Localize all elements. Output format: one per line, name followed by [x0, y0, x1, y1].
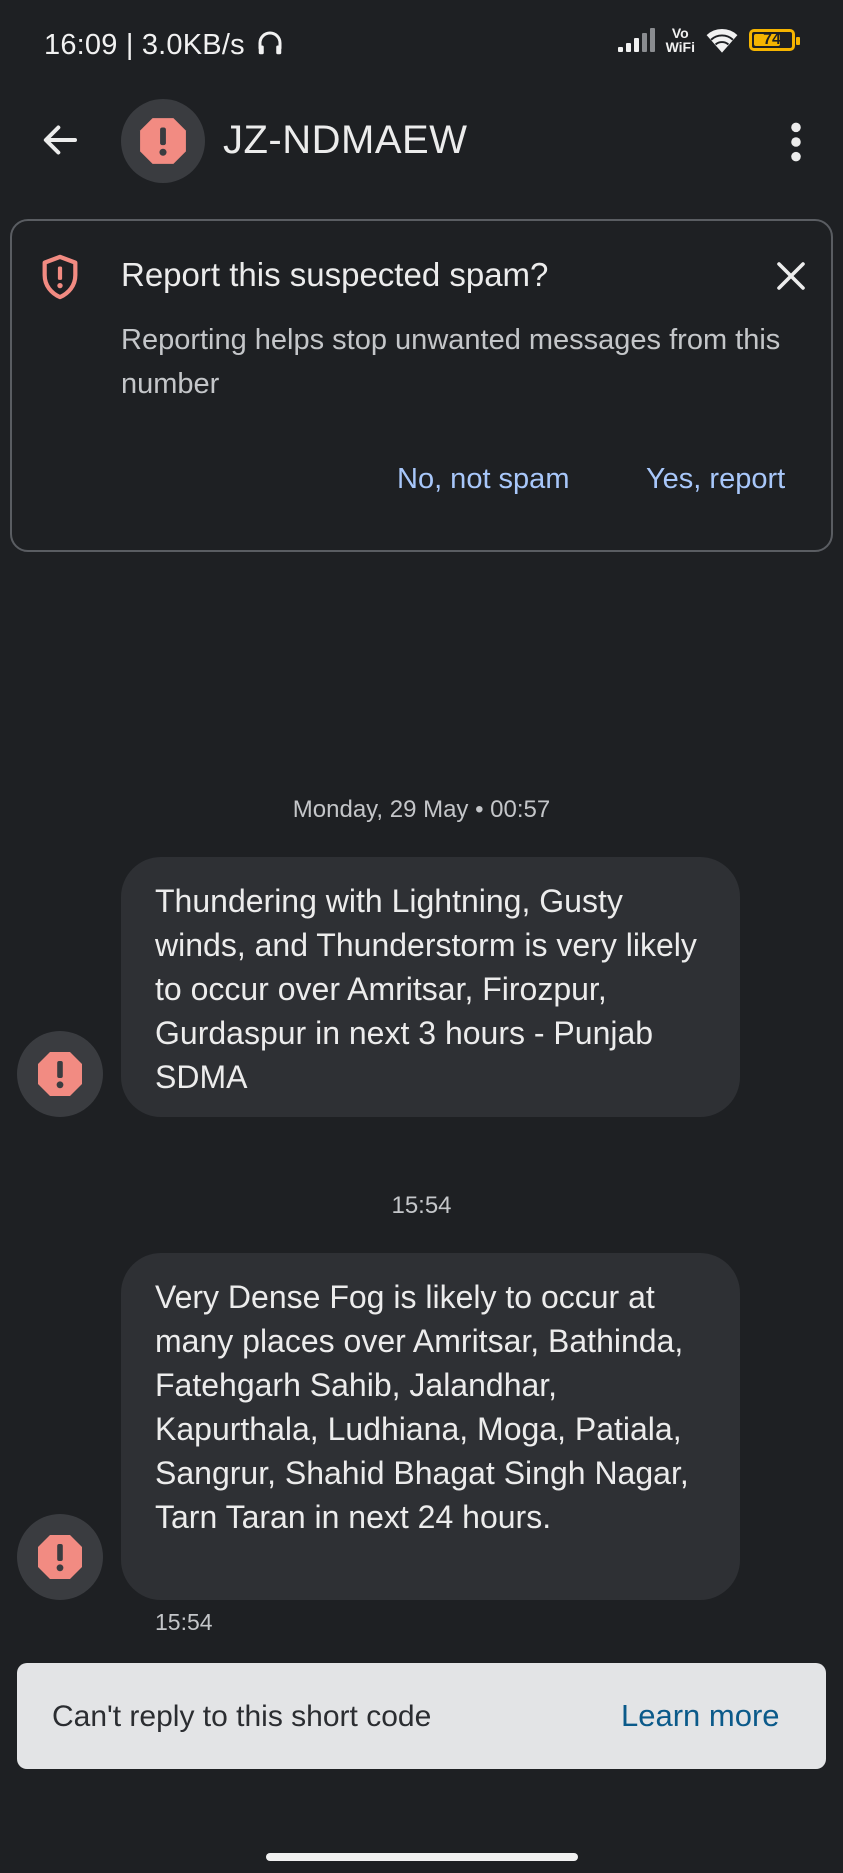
more-options-icon[interactable] — [780, 120, 812, 164]
back-arrow-icon[interactable] — [40, 120, 80, 160]
alert-octagon-icon — [38, 1535, 82, 1579]
headphones-icon — [258, 31, 282, 55]
conversation-title: JZ-NDMAEW — [223, 118, 468, 162]
message-bubble[interactable]: Thundering with Lightning, Gusty winds, … — [121, 857, 740, 1117]
message-bubble[interactable]: Very Dense Fog is likely to occur at man… — [121, 1253, 740, 1600]
alert-octagon-icon — [140, 118, 186, 164]
not-spam-button[interactable]: No, not spam — [397, 463, 569, 496]
sender-avatar[interactable] — [121, 99, 205, 183]
date-separator: 15:54 — [391, 1192, 452, 1219]
home-indicator[interactable] — [266, 1853, 578, 1861]
wifi-icon — [706, 28, 738, 53]
report-spam-button[interactable]: Yes, report — [646, 463, 785, 496]
close-icon[interactable] — [773, 258, 809, 294]
reply-disabled-text: Can't reply to this short code — [52, 1700, 432, 1733]
status-time: 16:09 | 3.0KB/s — [44, 28, 285, 62]
status-indicators: Vo WiFi 74 — [617, 25, 800, 55]
alert-octagon-icon — [38, 1052, 82, 1096]
date-separator: Monday, 29 May • 00:57 — [292, 796, 551, 823]
shield-alert-icon — [42, 254, 78, 300]
message-avatar[interactable] — [17, 1031, 103, 1117]
learn-more-link[interactable]: Learn more — [621, 1698, 780, 1734]
battery-level: 74 — [763, 31, 781, 48]
battery-icon: 74 — [749, 29, 800, 51]
status-speed: 3.0KB/s — [141, 29, 245, 61]
signal-icon — [617, 28, 655, 52]
message-timestamp: 15:54 — [155, 1609, 213, 1635]
status-clock: 16:09 — [44, 29, 118, 61]
message-avatar[interactable] — [17, 1514, 103, 1600]
spam-card-description: Reporting helps stop unwanted messages f… — [121, 324, 781, 400]
vowifi-label: Vo WiFi — [665, 25, 695, 55]
spam-card-title: Report this suspected spam? — [121, 256, 549, 293]
